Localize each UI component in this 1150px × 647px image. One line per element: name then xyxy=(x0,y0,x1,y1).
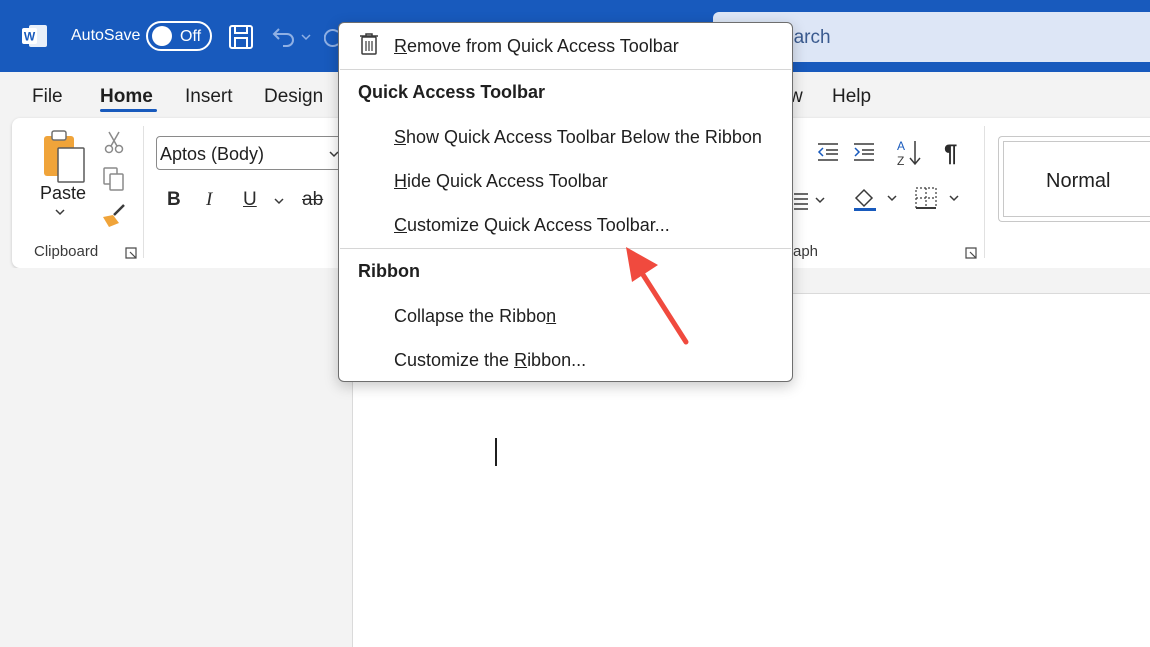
copy-icon[interactable] xyxy=(102,166,126,192)
trash-icon xyxy=(360,33,378,55)
tab-help[interactable]: Help xyxy=(832,86,871,108)
label-after: emove from Quick Access Toolbar xyxy=(407,36,679,56)
mnemonic: R xyxy=(394,36,407,56)
clipboard-group-label: Clipboard xyxy=(34,243,99,260)
underline-dropdown-icon[interactable] xyxy=(273,197,285,207)
decrease-indent-icon[interactable] xyxy=(816,140,840,164)
mnemonic: C xyxy=(394,215,407,235)
tab-insert[interactable]: Insert xyxy=(185,86,233,108)
font-name-dropdown[interactable]: Aptos (Body) xyxy=(156,136,346,170)
svg-text:W: W xyxy=(24,30,36,44)
undo-icon[interactable] xyxy=(270,24,296,50)
italic-button[interactable]: I xyxy=(206,189,212,211)
mnemonic: S xyxy=(394,127,407,147)
menu-item-collapse-ribbon[interactable]: Collapse the Ribbon xyxy=(394,306,556,327)
borders-icon[interactable] xyxy=(914,186,962,212)
active-tab-indicator xyxy=(100,109,157,112)
styles-gallery: Normal xyxy=(998,136,1150,222)
style-normal-tile[interactable]: Normal xyxy=(1003,141,1150,217)
style-normal-label: Normal xyxy=(1046,170,1111,192)
menu-item-remove-from-qat[interactable]: Remove from Quick Access Toolbar xyxy=(394,36,679,57)
menu-item-hide-qat[interactable]: Hide Quick Access Toolbar xyxy=(394,171,608,192)
show-formatting-button[interactable]: ¶ xyxy=(944,140,957,168)
group-separator xyxy=(143,126,144,258)
increase-indent-icon[interactable] xyxy=(852,140,876,164)
paragraph-group-label: aph xyxy=(793,243,819,260)
paragraph-launcher-icon[interactable] xyxy=(965,247,977,259)
cut-icon[interactable] xyxy=(104,130,124,154)
paste-icon[interactable] xyxy=(40,128,88,188)
qat-context-menu: Remove from Quick Access Toolbar Quick A… xyxy=(338,22,793,382)
label-before: Customize the xyxy=(394,350,515,370)
shading-icon[interactable] xyxy=(852,186,898,212)
menu-separator xyxy=(340,248,791,249)
autosave-toggle[interactable]: Off xyxy=(146,21,212,51)
label-before: Collapse the Ribbo xyxy=(394,306,547,326)
svg-text:A: A xyxy=(897,139,905,153)
label-after: ibbon... xyxy=(527,350,587,370)
label-after: how Quick Access Toolbar Below the Ribbo… xyxy=(406,127,762,147)
line-spacing-icon[interactable] xyxy=(792,192,826,210)
paste-label[interactable]: Paste xyxy=(40,183,86,204)
mnemonic: n xyxy=(546,306,557,326)
font-name-value: Aptos (Body) xyxy=(160,144,265,164)
word-logo-icon[interactable]: W xyxy=(22,24,48,48)
underline-button[interactable]: U xyxy=(243,189,257,211)
menu-item-show-qat-below[interactable]: Show Quick Access Toolbar Below the Ribb… xyxy=(394,127,762,148)
toggle-state: Off xyxy=(180,28,202,45)
tab-home[interactable]: Home xyxy=(100,86,153,108)
format-painter-icon[interactable] xyxy=(100,203,128,229)
strikethrough-button[interactable]: ab xyxy=(302,189,323,211)
save-icon[interactable] xyxy=(228,24,254,50)
svg-text:Z: Z xyxy=(897,154,904,168)
menu-section-ribbon: Ribbon xyxy=(358,261,420,281)
sort-icon[interactable]: A Z xyxy=(895,138,923,168)
tab-design[interactable]: Design xyxy=(264,86,323,108)
mnemonic: R xyxy=(514,350,528,370)
tab-file[interactable]: File xyxy=(32,86,63,108)
menu-section-qat: Quick Access Toolbar xyxy=(358,82,546,102)
group-separator xyxy=(984,126,985,258)
paste-dropdown-icon[interactable] xyxy=(54,208,66,218)
bold-button[interactable]: B xyxy=(167,189,181,211)
autosave-label: AutoSave xyxy=(71,27,141,44)
text-cursor xyxy=(495,438,497,466)
mnemonic: H xyxy=(394,171,407,191)
menu-item-customize-ribbon[interactable]: Customize the Ribbon... xyxy=(394,350,586,371)
menu-separator xyxy=(340,69,791,70)
annotation-arrow-icon xyxy=(626,247,689,345)
label-after: ide Quick Access Toolbar xyxy=(407,171,608,191)
undo-dropdown-icon[interactable] xyxy=(300,24,312,50)
clipboard-launcher-icon[interactable] xyxy=(125,247,137,259)
toggle-knob xyxy=(152,26,172,46)
